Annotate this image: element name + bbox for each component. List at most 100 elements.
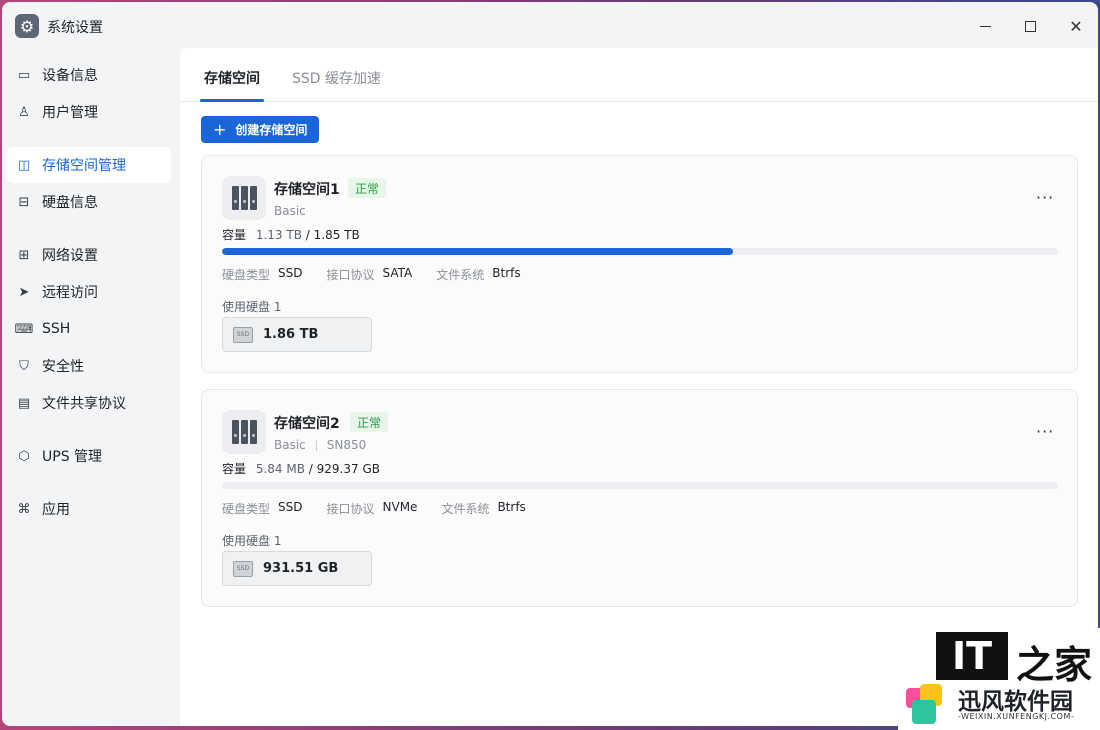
settings-window: ⚙ 系统设置 ✕ ▭ 设备信息 ♙ 用户管理 ◫ 存储空间管理 ⊟ 硬盘信息 ⊞…	[2, 2, 1098, 726]
capacity-total: / 929.37 GB	[308, 462, 380, 476]
raid-type: Basic	[274, 204, 306, 218]
more-options-button[interactable]: ···	[1036, 188, 1054, 207]
watermark-logo-icon	[906, 682, 950, 726]
pool-subtitle: Basic SN850	[274, 438, 366, 452]
minimize-icon	[979, 25, 991, 27]
disk-type-label: 硬盘类型	[222, 268, 271, 282]
interface-value: NVMe	[382, 500, 418, 514]
storage-pool-card: 存储空间2 正常 Basic SN850 ··· 容量 5.84 MB / 92…	[201, 389, 1078, 607]
watermark-it-logo: IT	[936, 632, 1008, 680]
interface-label: 接口协议	[326, 268, 375, 282]
server-rack-icon	[222, 410, 266, 454]
pool-name: 存储空间1	[274, 182, 340, 198]
tab-storage-space[interactable]: 存储空间	[204, 68, 260, 88]
watermark-url: -WEIXIN.XUNFENGKJ.COM-	[958, 712, 1075, 721]
disk-type-value: SSD	[278, 266, 303, 280]
sidebar-item-label: 文件共享协议	[42, 396, 126, 412]
filesystem-value: Btrfs	[497, 500, 526, 514]
plus-icon: +	[213, 120, 227, 139]
capacity-used: 5.84 MB	[255, 462, 305, 476]
tab-ssd-cache[interactable]: SSD 缓存加速	[292, 68, 381, 88]
filesystem-value: Btrfs	[492, 266, 521, 280]
sidebar-item-label: UPS 管理	[42, 449, 103, 465]
disk-icon: ⊟	[18, 194, 30, 210]
capacity-progress-bar	[222, 482, 1058, 489]
sidebar-item-ssh[interactable]: ⌨ SSH	[7, 311, 171, 347]
interface-label: 接口协议	[326, 502, 375, 516]
create-storage-label: 创建存储空间	[235, 123, 308, 137]
pool-subtitle: Basic	[274, 204, 306, 218]
sidebar-item-disk-info[interactable]: ⊟ 硬盘信息	[7, 184, 171, 220]
sidebar-item-label: 存储空间管理	[42, 158, 126, 174]
file-icon: ▤	[17, 395, 31, 411]
capacity-progress-bar	[222, 248, 1058, 255]
watermark-zhijia: 之家	[1016, 642, 1093, 687]
terminal-icon: ⌨	[14, 321, 34, 337]
status-badge: 正常	[350, 412, 389, 432]
title-bar: ⚙ 系统设置 ✕	[2, 2, 1098, 48]
sidebar-item-label: 安全性	[42, 359, 84, 375]
sidebar-item-device-info[interactable]: ▭ 设备信息	[7, 57, 171, 93]
sidebar-item-label: 设备信息	[42, 68, 98, 84]
sidebar-item-remote-access[interactable]: ➤ 远程访问	[7, 274, 171, 310]
capacity-line: 容量 5.84 MB / 929.37 GB	[222, 460, 380, 477]
maximize-button[interactable]	[1015, 12, 1045, 40]
status-badge: 正常	[348, 178, 387, 198]
tab-bar: 存储空间 SSD 缓存加速	[180, 48, 1098, 102]
sidebar-item-user-management[interactable]: ♙ 用户管理	[7, 94, 171, 130]
disks-used-label: 使用硬盘 1	[222, 300, 282, 314]
ssd-icon: SSD	[233, 560, 253, 577]
sidebar: ▭ 设备信息 ♙ 用户管理 ◫ 存储空间管理 ⊟ 硬盘信息 ⊞ 网络设置 ➤ 远…	[2, 48, 180, 726]
close-button[interactable]: ✕	[1061, 12, 1091, 40]
filesystem-label: 文件系统	[441, 502, 490, 516]
disk-model: SN850	[326, 438, 367, 452]
capacity-label: 容量	[222, 228, 247, 242]
capacity-total: / 1.85 TB	[305, 228, 360, 242]
capacity-line: 容量 1.13 TB / 1.85 TB	[222, 226, 360, 243]
disks-used-label: 使用硬盘 1	[222, 534, 282, 548]
create-storage-button[interactable]: + 创建存储空间	[201, 116, 319, 143]
ups-icon: ⬡	[18, 448, 30, 464]
disk-chip[interactable]: SSD 931.51 GB	[222, 551, 372, 586]
sidebar-item-label: 远程访问	[42, 285, 98, 301]
active-tab-indicator	[200, 99, 264, 102]
filesystem-label: 文件系统	[436, 268, 485, 282]
pool-meta: 硬盘类型 SSD 接口协议 NVMe 文件系统 Btrfs	[222, 500, 550, 517]
ssd-icon: SSD	[233, 326, 253, 343]
sidebar-item-apps[interactable]: ⌘ 应用	[7, 491, 171, 527]
disk-chip[interactable]: SSD 1.86 TB	[222, 317, 372, 352]
pool-meta: 硬盘类型 SSD 接口协议 SATA 文件系统 Btrfs	[222, 266, 545, 283]
watermark-site-name: 迅风软件园	[958, 689, 1073, 715]
capacity-used: 1.13 TB	[255, 228, 302, 242]
shield-icon: ⛉	[19, 358, 29, 374]
settings-gear-icon: ⚙	[15, 14, 39, 38]
interface-value: SATA	[382, 266, 413, 280]
device-icon: ▭	[17, 67, 31, 83]
divider	[315, 439, 317, 451]
sidebar-item-label: 用户管理	[42, 105, 98, 121]
server-rack-icon	[222, 176, 266, 220]
close-icon: ✕	[1069, 16, 1083, 36]
sidebar-item-ups[interactable]: ⬡ UPS 管理	[7, 438, 171, 474]
apps-icon: ⌘	[17, 501, 31, 517]
remote-icon: ➤	[18, 284, 30, 300]
sidebar-item-label: 应用	[42, 502, 70, 518]
disk-type-value: SSD	[278, 500, 303, 514]
sidebar-item-file-sharing[interactable]: ▤ 文件共享协议	[7, 385, 171, 421]
sidebar-item-security[interactable]: ⛉ 安全性	[7, 348, 171, 384]
disk-size: 1.86 TB	[263, 327, 319, 342]
sidebar-item-network-settings[interactable]: ⊞ 网络设置	[7, 237, 171, 273]
sidebar-item-storage-management[interactable]: ◫ 存储空间管理	[7, 147, 171, 183]
main-content: 存储空间 SSD 缓存加速 + 创建存储空间 存储空间1 正常 Basic ··…	[180, 48, 1098, 726]
storage-pool-card: 存储空间1 正常 Basic ··· 容量 1.13 TB / 1.85 TB …	[201, 155, 1078, 373]
disk-type-label: 硬盘类型	[222, 502, 271, 516]
capacity-progress-fill	[222, 248, 733, 255]
capacity-label: 容量	[222, 462, 247, 476]
more-options-button[interactable]: ···	[1036, 422, 1054, 441]
user-icon: ♙	[18, 104, 30, 120]
sidebar-item-label: SSH	[42, 321, 71, 337]
pool-name: 存储空间2	[274, 416, 340, 432]
watermark: IT 之家 迅风软件园 -WEIXIN.XUNFENGKJ.COM-	[898, 628, 1100, 730]
sidebar-item-label: 网络设置	[42, 248, 98, 264]
minimize-button[interactable]	[970, 12, 1000, 40]
